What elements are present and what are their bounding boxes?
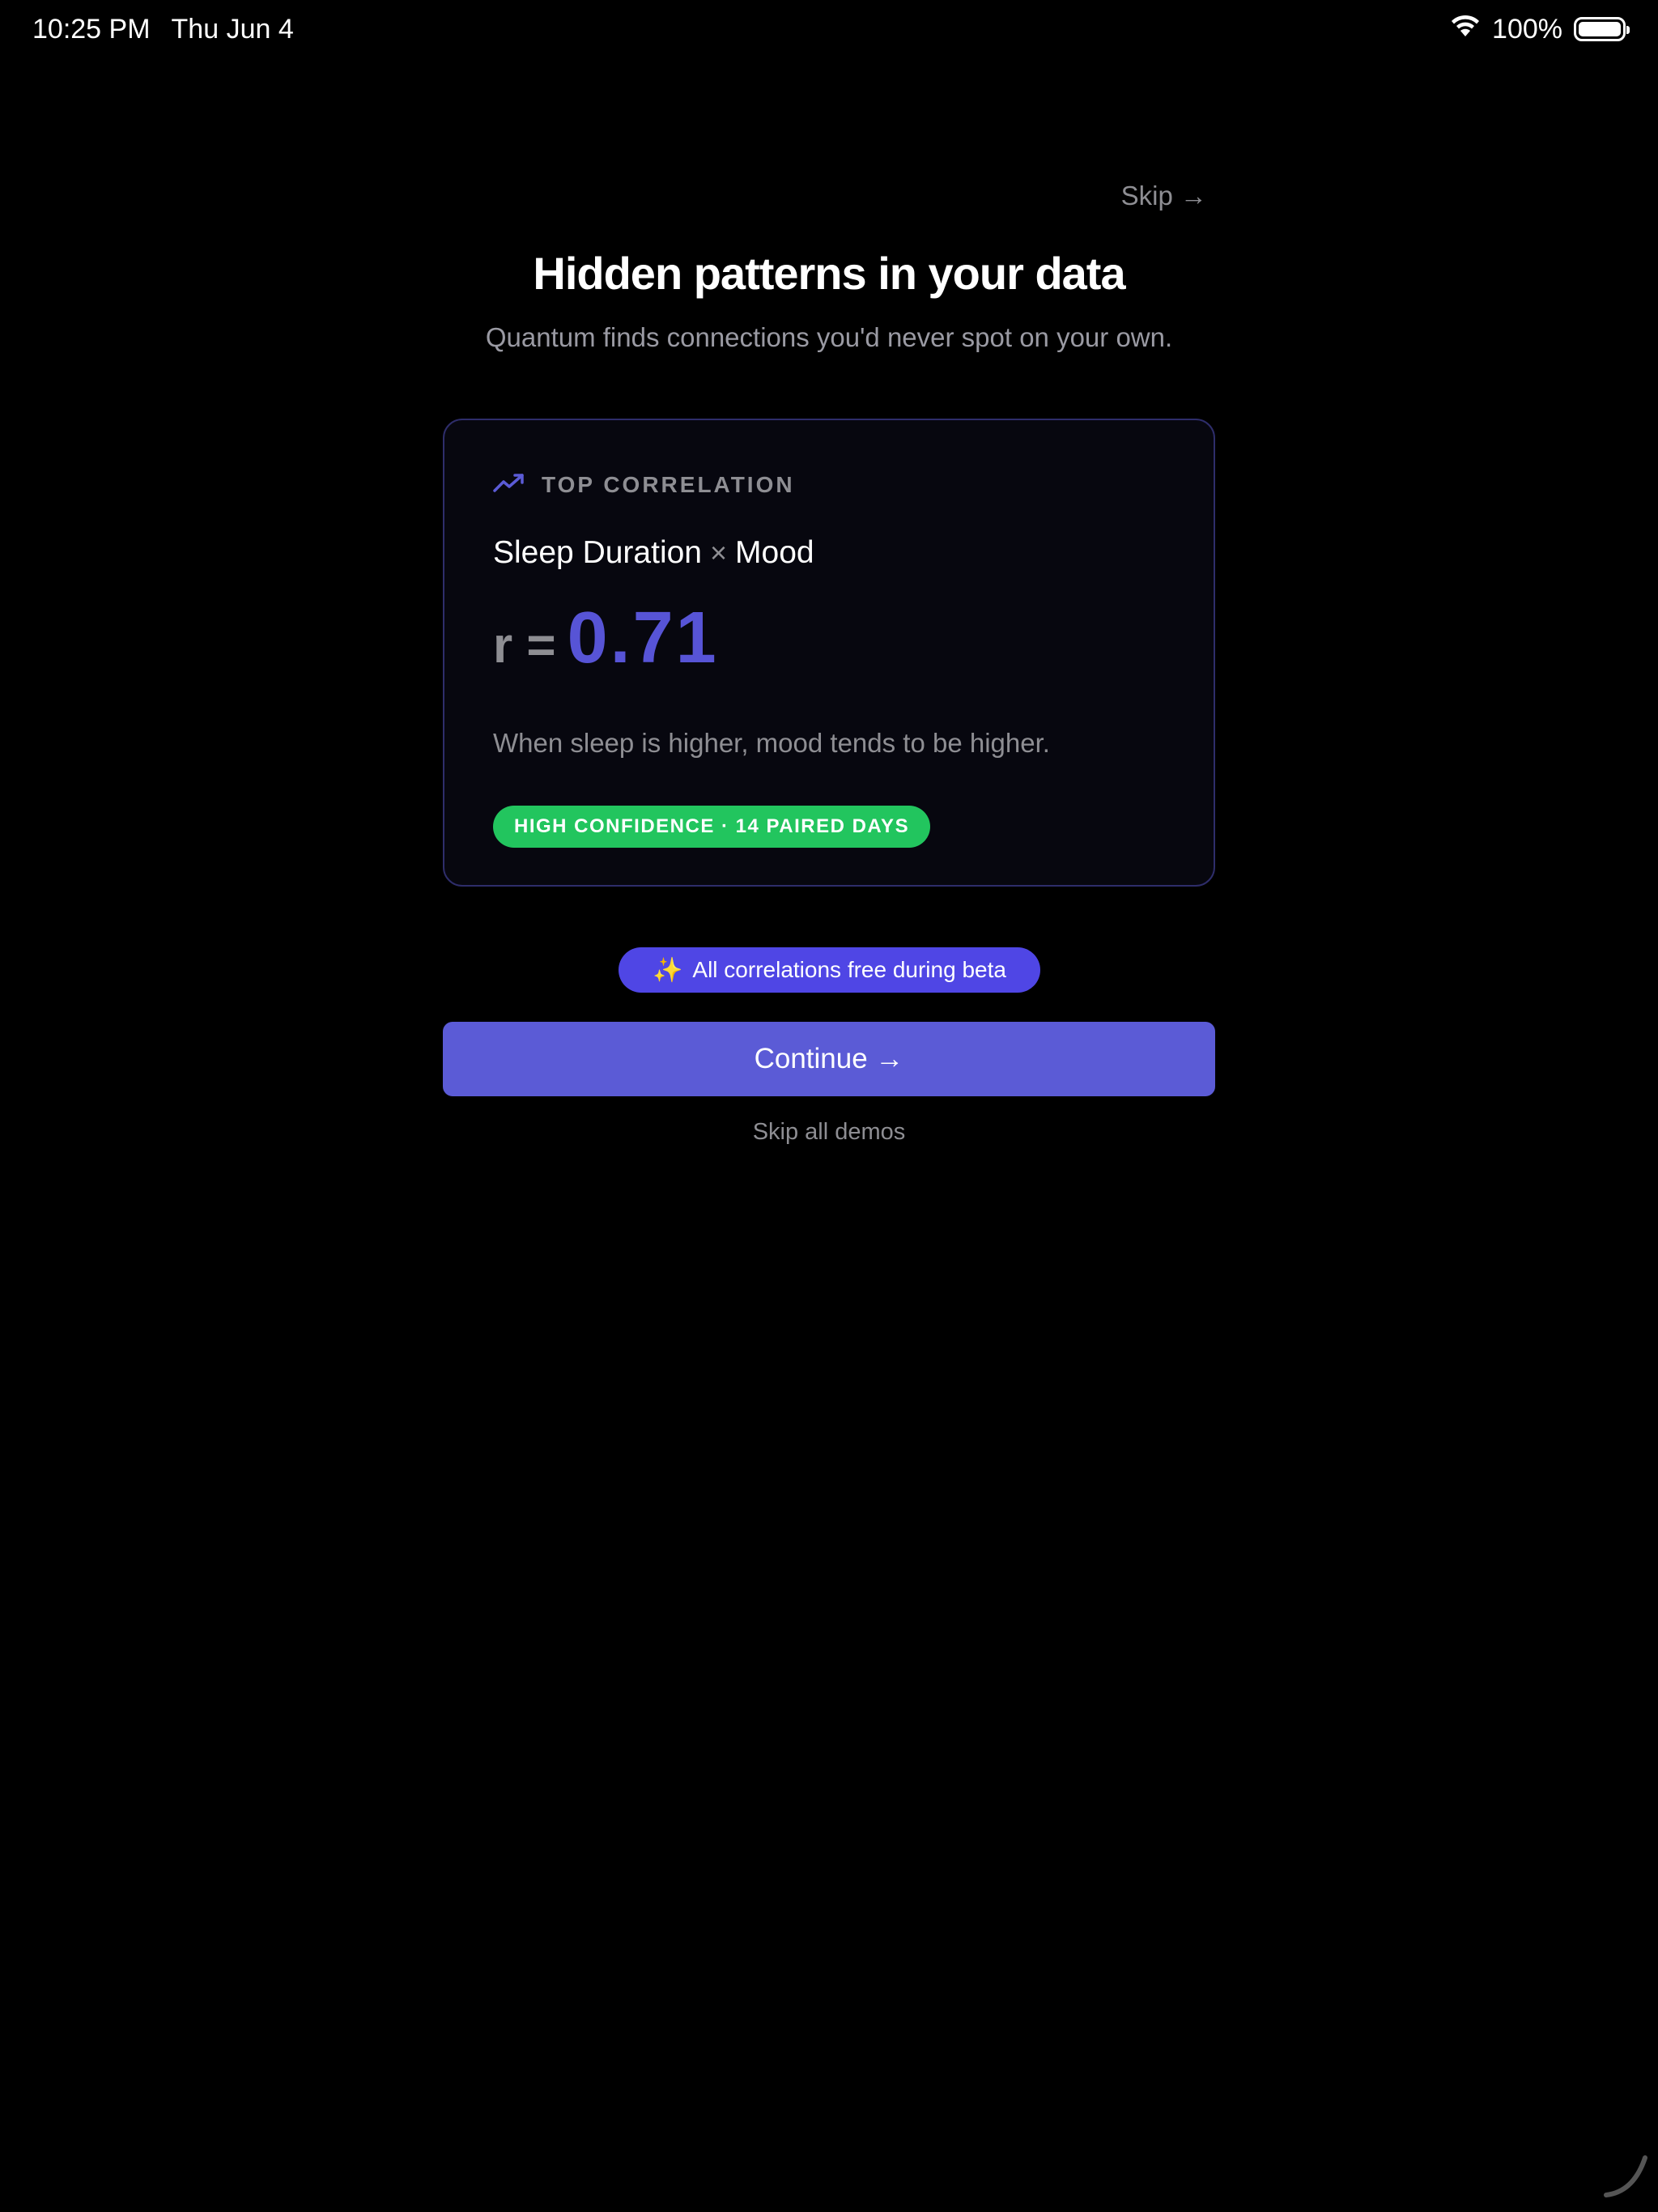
sparkles-icon: ✨ bbox=[653, 956, 683, 984]
r-prefix: r = bbox=[493, 618, 556, 674]
confidence-badge: HIGH CONFIDENCE · 14 PAIRED DAYS bbox=[493, 806, 931, 848]
correlation-card: TOP CORRELATION Sleep Duration × Mood r = … bbox=[443, 419, 1215, 887]
status-time: 10:25 PM bbox=[32, 13, 151, 45]
beta-pill: ✨ All correlations free during beta bbox=[619, 947, 1040, 993]
corner-indicator-icon bbox=[1601, 2151, 1650, 2204]
status-bar: 10:25 PM Thu Jun 4 100% bbox=[0, 0, 1658, 58]
page-title: Hidden patterns in your data bbox=[533, 248, 1125, 299]
status-left: 10:25 PM Thu Jun 4 bbox=[32, 14, 294, 45]
variable-a: Sleep Duration bbox=[493, 535, 702, 570]
beta-pill-label: All correlations free during beta bbox=[692, 957, 1006, 982]
status-date: Thu Jun 4 bbox=[171, 13, 294, 45]
correlation-description: When sleep is higher, mood tends to be h… bbox=[493, 728, 1050, 758]
skip-all-demos-link[interactable]: Skip all demos bbox=[443, 1119, 1215, 1146]
variable-b: Mood bbox=[735, 535, 814, 570]
battery-icon bbox=[1574, 17, 1630, 41]
correlation-pair: Sleep Duration × Mood bbox=[493, 535, 814, 571]
skip-button[interactable]: Skip → bbox=[1121, 181, 1207, 211]
card-label: TOP CORRELATION bbox=[542, 472, 795, 497]
page-subtitle: Quantum finds connections you'd never sp… bbox=[485, 322, 1173, 352]
r-value: 0.71 bbox=[567, 598, 719, 678]
continue-button[interactable]: Continue → bbox=[443, 1022, 1215, 1096]
status-right: 100% bbox=[1450, 13, 1630, 45]
times-symbol: × bbox=[710, 536, 728, 569]
correlation-value-row: r = 0.71 bbox=[493, 597, 719, 680]
wifi-icon bbox=[1450, 14, 1481, 45]
card-label-row: TOP CORRELATION bbox=[493, 472, 795, 498]
battery-fill bbox=[1579, 22, 1621, 36]
trending-up-icon bbox=[493, 473, 525, 498]
battery-percent: 100% bbox=[1492, 13, 1562, 45]
